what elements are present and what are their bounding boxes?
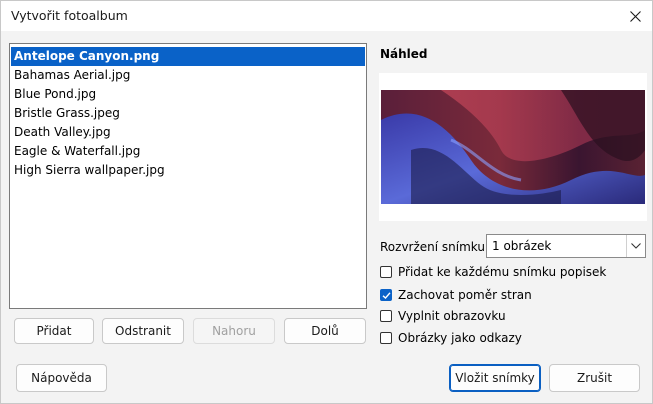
preview-label: Náhled [380,47,428,61]
insert-slides-button[interactable]: Vložit snímky [449,364,541,392]
preview-panel [379,73,647,221]
move-down-button[interactable]: Dolů [284,318,366,344]
move-up-button[interactable]: Nahoru [193,318,275,344]
file-list[interactable]: Antelope Canyon.png Bahamas Aerial.jpg B… [9,43,367,309]
close-button[interactable] [618,1,652,31]
title-bar: Vytvořit fotoalbum [1,1,652,31]
close-icon [629,10,641,22]
preview-image [381,90,645,204]
checkbox-box[interactable] [380,310,392,322]
links-checkbox-label: Obrázky jako odkazy [398,331,522,345]
photo-album-dialog: Vytvořit fotoalbum Antelope Canyon.png B… [0,0,653,404]
layout-select-value: 1 obrázek [492,239,552,253]
layout-label: Rozvržení snímku: [380,240,490,254]
remove-button[interactable]: Odstranit [102,318,184,344]
list-item[interactable]: High Sierra wallpaper.jpg [11,161,365,180]
caption-checkbox[interactable]: Přidat ke každému snímku popisek [380,263,606,281]
checkbox-box[interactable] [380,266,392,278]
list-item[interactable]: Eagle & Waterfall.jpg [11,142,365,161]
window-title: Vytvořit fotoalbum [11,8,128,23]
add-button[interactable]: Přidat [14,318,94,344]
keep-ratio-checkbox[interactable]: Zachovat poměr stran [380,286,532,304]
layout-select[interactable]: 1 obrázek [486,234,646,258]
caption-checkbox-label: Přidat ke každému snímku popisek [398,265,607,279]
fill-screen-checkbox-label: Vyplnit obrazovku [398,309,506,323]
links-checkbox[interactable]: Obrázky jako odkazy [380,329,522,347]
list-item[interactable]: Bristle Grass.jpeg [11,104,365,123]
cancel-button[interactable]: Zrušit [549,364,640,392]
fill-screen-checkbox[interactable]: Vyplnit obrazovku [380,307,506,325]
list-item[interactable]: Antelope Canyon.png [11,47,365,66]
list-item[interactable]: Blue Pond.jpg [11,85,365,104]
help-button[interactable]: Nápověda [16,364,107,392]
checkmark-icon [382,291,391,299]
chevron-down-icon[interactable] [626,235,645,257]
list-item[interactable]: Bahamas Aerial.jpg [11,66,365,85]
keep-ratio-checkbox-label: Zachovat poměr stran [398,288,532,302]
checkbox-box[interactable] [380,289,392,301]
list-item[interactable]: Death Valley.jpg [11,123,365,142]
checkbox-box[interactable] [380,332,392,344]
